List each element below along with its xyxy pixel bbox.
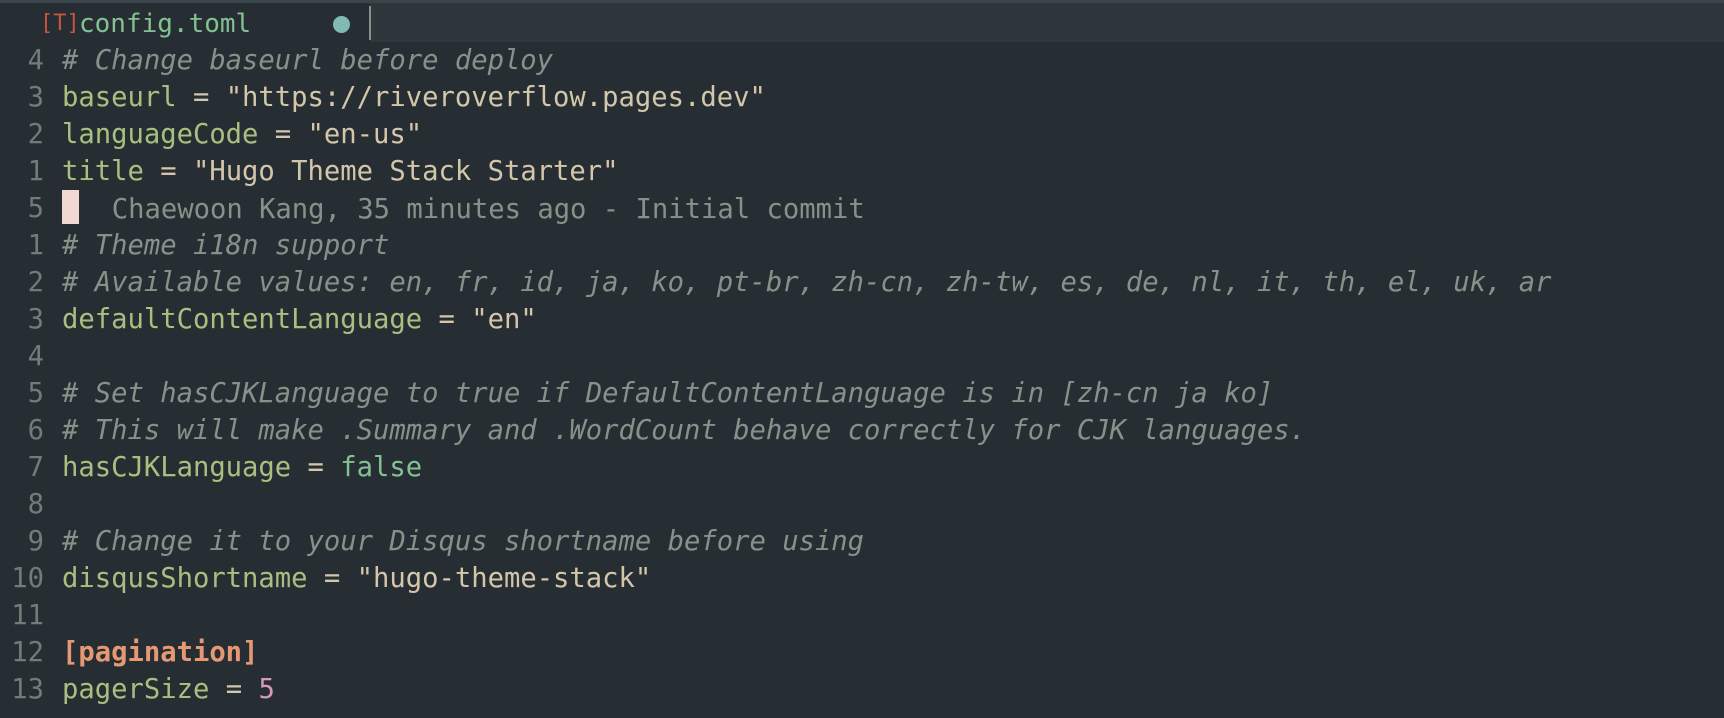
- line-number: 1: [27, 230, 44, 261]
- comment-text: # Change baseurl before deploy: [62, 45, 554, 76]
- comment-text: # This will make .Summary and .WordCount…: [62, 415, 1306, 446]
- line-content: [pagination]: [62, 634, 258, 671]
- code-line[interactable]: 1 title = "Hugo Theme Stack Starter": [0, 153, 1724, 190]
- equals-operator: =: [291, 452, 341, 483]
- config-key: baseurl: [62, 82, 177, 113]
- code-editor[interactable]: 4 # Change baseurl before deploy 3 baseurl …: [0, 42, 1724, 708]
- line-number: 5: [27, 378, 44, 409]
- code-line[interactable]: 3 defaultContentLanguage = "en": [0, 301, 1724, 338]
- line-content: # Theme i18n support: [62, 227, 389, 264]
- line-content: defaultContentLanguage = "en": [62, 301, 537, 338]
- config-key: pagerSize: [62, 674, 210, 705]
- config-value: "hugo-theme-stack": [356, 563, 652, 594]
- line-content: pagerSize = 5: [62, 671, 275, 708]
- line-number: 4: [27, 341, 44, 372]
- config-value: "https://riveroverflow.pages.dev": [225, 82, 766, 113]
- line-content: languageCode = "en-us": [62, 116, 422, 153]
- line-number: 3: [27, 82, 44, 113]
- equals-operator: =: [258, 119, 308, 150]
- config-value: "Hugo Theme Stack Starter": [192, 156, 619, 187]
- code-line[interactable]: 3 baseurl = "https://riveroverflow.pages.…: [0, 79, 1724, 116]
- line-content: # Change it to your Disqus shortname bef…: [62, 523, 864, 560]
- code-line[interactable]: 7 hasCJKLanguage = false: [0, 449, 1724, 486]
- line-number: 4: [27, 45, 44, 76]
- line-number: 8: [27, 489, 44, 520]
- line-number: 1: [27, 156, 44, 187]
- line-number: 11: [11, 600, 44, 631]
- line-content: title = "Hugo Theme Stack Starter": [62, 153, 619, 190]
- line-content: # Change baseurl before deploy: [62, 42, 553, 79]
- line-content: hasCJKLanguage = false: [62, 449, 422, 486]
- comment-text: # Available values: en, fr, id, ja, ko, …: [62, 267, 1552, 298]
- comment-text: # Theme i18n support: [62, 230, 390, 261]
- text-cursor: [62, 190, 79, 224]
- line-number: 12: [11, 637, 44, 668]
- line-content: # This will make .Summary and .WordCount…: [62, 412, 1306, 449]
- line-number: 9: [27, 526, 44, 557]
- config-value: 5: [258, 674, 275, 705]
- equals-operator: =: [176, 82, 226, 113]
- comment-text: # Set hasCJKLanguage to true if DefaultC…: [62, 378, 1274, 409]
- code-line[interactable]: 1 # Theme i18n support: [0, 227, 1724, 264]
- config-key: disqusShortname: [62, 563, 308, 594]
- toml-file-icon: [T]: [40, 11, 80, 36]
- line-number: 5: [27, 193, 44, 224]
- code-line[interactable]: 4 # Change baseurl before deploy: [0, 42, 1724, 79]
- equals-operator: =: [422, 304, 472, 335]
- config-key: hasCJKLanguage: [62, 452, 292, 483]
- config-value: false: [340, 452, 423, 483]
- modified-indicator-icon: [333, 16, 350, 33]
- line-number: 3: [27, 304, 44, 335]
- tab-bar: [T] config.toml: [0, 0, 1724, 42]
- code-line[interactable]: 5 Chaewoon Kang, 35 minutes ago - Initia…: [0, 190, 1724, 227]
- equals-operator: =: [209, 674, 259, 705]
- line-content: baseurl = "https://riveroverflow.pages.d…: [62, 79, 766, 116]
- line-number: 2: [27, 119, 44, 150]
- line-content: # Set hasCJKLanguage to true if DefaultC…: [62, 375, 1273, 412]
- line-number: 6: [27, 415, 44, 446]
- config-key: title: [62, 156, 144, 187]
- code-line[interactable]: 2 # Available values: en, fr, id, ja, ko,…: [0, 264, 1724, 301]
- code-line[interactable]: 13 pagerSize = 5: [0, 671, 1724, 708]
- line-number: 13: [11, 674, 44, 705]
- code-line[interactable]: 6 # This will make .Summary and .WordCoun…: [0, 412, 1724, 449]
- code-line[interactable]: 2 languageCode = "en-us": [0, 116, 1724, 153]
- tab-separator: [369, 6, 371, 40]
- code-line[interactable]: 10 disqusShortname = "hugo-theme-stack": [0, 560, 1724, 597]
- code-line[interactable]: 9 # Change it to your Disqus shortname be…: [0, 523, 1724, 560]
- line-number: 7: [27, 452, 44, 483]
- line-number: 2: [27, 267, 44, 298]
- config-value: "en-us": [307, 119, 423, 150]
- code-line[interactable]: 8: [0, 486, 1724, 523]
- equals-operator: =: [143, 156, 193, 187]
- line-content: disqusShortname = "hugo-theme-stack": [62, 560, 651, 597]
- code-line[interactable]: 5 # Set hasCJKLanguage to true if Default…: [0, 375, 1724, 412]
- comment-text: # Change it to your Disqus shortname bef…: [62, 526, 865, 557]
- line-number: 10: [11, 563, 44, 594]
- table-header: [pagination]: [62, 637, 259, 668]
- equals-operator: =: [307, 563, 357, 594]
- git-blame-annotation: Chaewoon Kang, 35 minutes ago - Initial …: [111, 194, 865, 225]
- code-line[interactable]: 12 [pagination]: [0, 634, 1724, 671]
- code-line[interactable]: 4: [0, 338, 1724, 375]
- config-key: defaultContentLanguage: [62, 304, 423, 335]
- line-content: Chaewoon Kang, 35 minutes ago - Initial …: [62, 190, 865, 228]
- config-value: "en": [471, 304, 537, 335]
- tab-filename: config.toml: [79, 9, 252, 39]
- tab-config-toml[interactable]: [T] config.toml: [0, 3, 370, 42]
- line-content: # Available values: en, fr, id, ja, ko, …: [62, 264, 1552, 301]
- code-line[interactable]: 11: [0, 597, 1724, 634]
- config-key: languageCode: [62, 119, 259, 150]
